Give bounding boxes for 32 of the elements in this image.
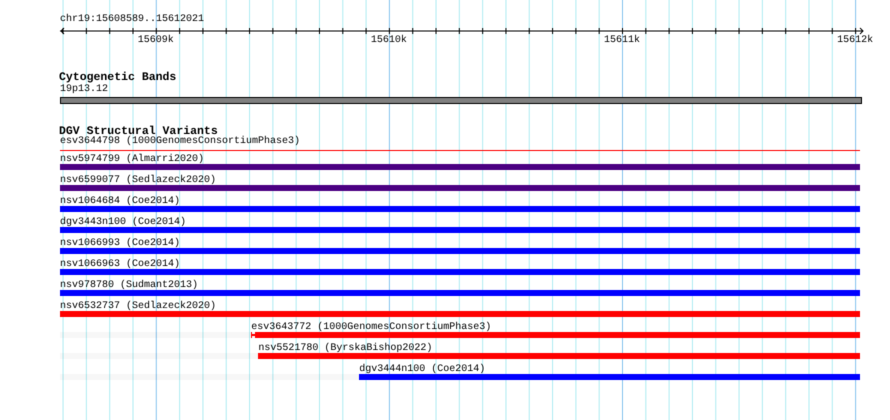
variant-bar[interactable] bbox=[60, 248, 860, 254]
variant-label: nsv1064684 (Coe2014) bbox=[60, 196, 180, 208]
variant-label: nsv6532737 (Sedlazeck2020) bbox=[60, 301, 216, 313]
ruler-tick-label: 15610k bbox=[370, 35, 407, 47]
variant-bar[interactable] bbox=[359, 374, 860, 380]
variant-label: nsv1066963 (Coe2014) bbox=[60, 259, 180, 271]
variant-label: nsv5521780 (ByrskaBishop2022) bbox=[258, 343, 432, 355]
variant-bar[interactable] bbox=[60, 185, 860, 191]
variant-bar[interactable] bbox=[60, 290, 860, 296]
variant-label: dgv3443n100 (Coe2014) bbox=[60, 217, 186, 229]
variant-bar[interactable] bbox=[60, 227, 860, 233]
variant-label: esv3643772 (1000GenomesConsortiumPhase3) bbox=[251, 322, 492, 334]
variant-label: esv3644798 (1000GenomesConsortiumPhase3) bbox=[60, 136, 300, 148]
variant-label: nsv6599077 (Sedlazeck2020) bbox=[60, 175, 216, 187]
variant-bar[interactable] bbox=[60, 206, 860, 212]
variant-bar[interactable] bbox=[60, 311, 860, 317]
variant-label: nsv978780 (Sudmant2013) bbox=[60, 280, 198, 292]
ruler-tick-label: 15611k bbox=[604, 35, 640, 47]
cytoband-bar[interactable] bbox=[60, 97, 862, 104]
ruler-tick-label: 15609k bbox=[138, 35, 174, 47]
variant-bar[interactable] bbox=[258, 353, 860, 359]
variant-line[interactable] bbox=[60, 150, 860, 151]
variant-bar[interactable] bbox=[251, 332, 860, 338]
variant-label: nsv5974799 (Almarri2020) bbox=[60, 154, 204, 166]
variant-bar[interactable] bbox=[60, 164, 860, 170]
variant-label: dgv3444n100 (Coe2014) bbox=[359, 364, 486, 376]
ruler-tick-label: 15612k bbox=[837, 35, 874, 47]
variant-label: nsv1066993 (Coe2014) bbox=[60, 238, 180, 250]
track-title: Cytogenetic Bands bbox=[59, 71, 176, 84]
variant-bar[interactable] bbox=[60, 269, 860, 275]
location-label: chr19:15608589..15612021 bbox=[60, 14, 204, 26]
band-label: 19p13.12 bbox=[60, 84, 108, 96]
